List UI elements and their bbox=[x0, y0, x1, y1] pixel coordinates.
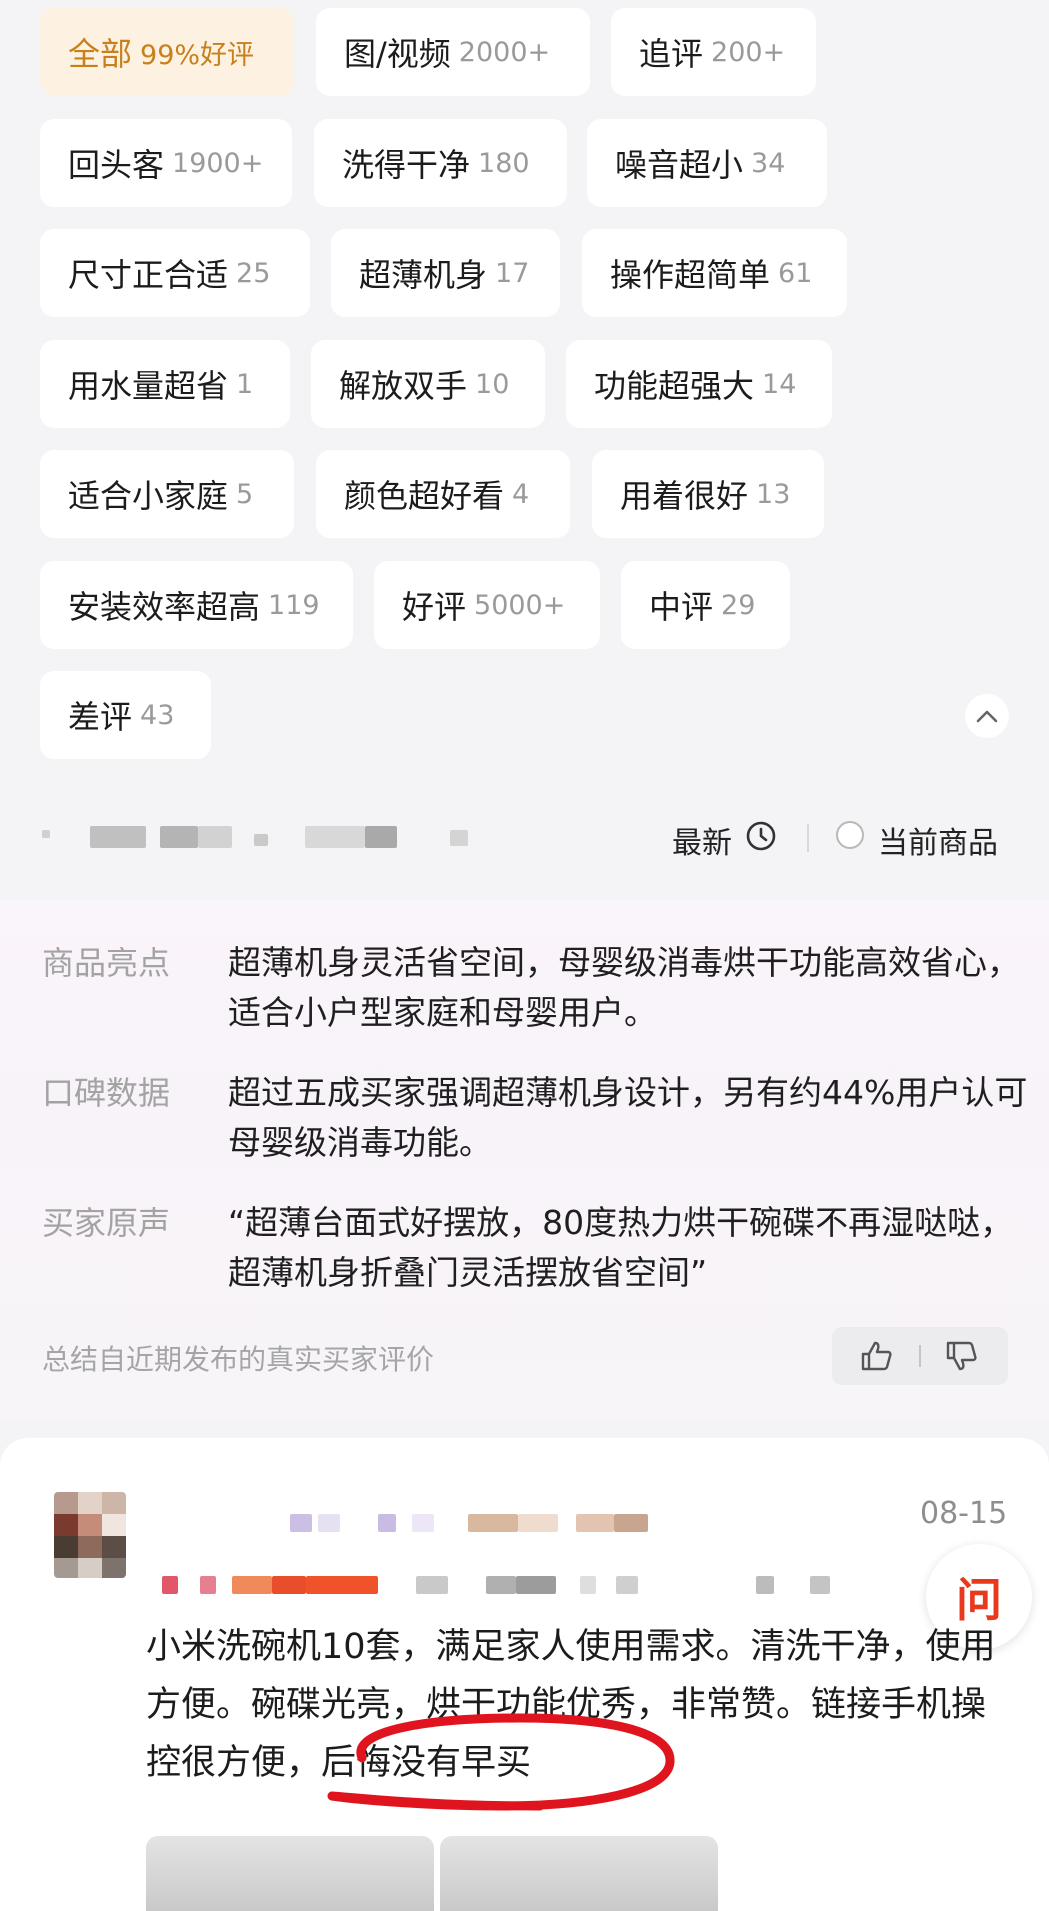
tag-count: 5000+ bbox=[474, 589, 566, 621]
filter-tag-all[interactable]: 全部 99%好评 bbox=[40, 8, 294, 96]
tag-count: 119 bbox=[268, 589, 320, 621]
tag-label: 适合小家庭 bbox=[68, 477, 229, 515]
thumbs-up-icon[interactable] bbox=[860, 1340, 894, 1372]
tag-label: 用水量超省 bbox=[68, 367, 229, 405]
filter-tag-repeat-buyer[interactable]: 回头客 1900+ bbox=[40, 119, 292, 207]
tag-count: 17 bbox=[495, 257, 530, 289]
tag-count: 10 bbox=[475, 368, 510, 400]
tag-count: 99%好评 bbox=[140, 39, 255, 71]
tag-label: 颜色超好看 bbox=[344, 477, 505, 515]
tag-label: 追评 bbox=[639, 35, 704, 73]
tag-label: 中评 bbox=[649, 588, 714, 626]
review-date: 08-15 bbox=[920, 1496, 1008, 1531]
filter-tag-handsfree[interactable]: 解放双手 10 bbox=[311, 340, 545, 428]
tag-count: 1900+ bbox=[172, 147, 264, 179]
review-image-thumbnail[interactable] bbox=[440, 1836, 718, 1911]
thumbs-down-icon[interactable] bbox=[945, 1340, 979, 1372]
collapse-tags-button[interactable] bbox=[965, 694, 1009, 738]
tag-count: 200+ bbox=[711, 36, 786, 68]
filter-tag-easy[interactable]: 操作超简单 61 bbox=[582, 229, 847, 317]
vote-divider bbox=[919, 1345, 921, 1367]
tag-label: 洗得干净 bbox=[342, 146, 471, 184]
tag-label: 超薄机身 bbox=[359, 256, 488, 294]
tag-count: 34 bbox=[751, 147, 786, 179]
filter-tag-quiet[interactable]: 噪音超小 34 bbox=[587, 119, 827, 207]
summary-value: 超过五成买家强调超薄机身设计，另有约44%用户认可母婴级消毒功能。 bbox=[228, 1073, 1028, 1162]
tag-count: 61 bbox=[778, 257, 813, 289]
current-product-label[interactable]: 当前商品 bbox=[878, 818, 998, 862]
tag-count: 43 bbox=[140, 699, 175, 731]
filter-tag-install[interactable]: 安装效率超高 119 bbox=[40, 561, 353, 649]
summary-value: “超薄台面式好摆放，80度热力烘干碗碟不再湿哒哒，超薄机身折叠门灵活摆放省空间” bbox=[228, 1203, 1014, 1292]
divider bbox=[807, 824, 809, 852]
filter-tag-media[interactable]: 图/视频 2000+ bbox=[316, 8, 590, 96]
tag-label: 回头客 bbox=[68, 146, 165, 184]
ai-summary-card: 商品亮点 超薄机身灵活省空间，母婴级消毒烘干功能高效省心，适合小户型家庭和母婴用… bbox=[0, 900, 1049, 1420]
feedback-buttons bbox=[832, 1327, 1008, 1385]
summary-key: 买家原声 bbox=[42, 1204, 171, 1242]
chevron-up-icon bbox=[976, 710, 998, 723]
annotation-circle bbox=[327, 1713, 675, 1811]
filter-tag-size[interactable]: 尺寸正合适 25 bbox=[40, 229, 310, 317]
current-product-radio[interactable] bbox=[836, 821, 864, 849]
tag-label: 差评 bbox=[68, 698, 133, 736]
filter-tag-positive[interactable]: 好评 5000+ bbox=[374, 561, 600, 649]
tag-label: 操作超简单 bbox=[610, 256, 771, 294]
sort-bar: 最新 当前商品 bbox=[0, 800, 1049, 874]
filter-tag-good-use[interactable]: 用着很好 13 bbox=[592, 450, 824, 538]
avatar[interactable] bbox=[54, 1492, 126, 1578]
summary-key: 口碑数据 bbox=[42, 1074, 171, 1112]
tag-count: 1 bbox=[236, 368, 254, 400]
summary-key: 商品亮点 bbox=[42, 944, 171, 982]
tag-count: 25 bbox=[236, 257, 271, 289]
summary-value: 超薄机身灵活省空间，母婴级消毒烘干功能高效省心，适合小户型家庭和母婴用户。 bbox=[228, 943, 1020, 1032]
tag-count: 13 bbox=[756, 478, 791, 510]
review-image-thumbnail[interactable] bbox=[146, 1836, 434, 1911]
tag-count: 5 bbox=[236, 478, 254, 510]
tag-count: 4 bbox=[512, 478, 530, 510]
tag-label: 用着很好 bbox=[620, 477, 749, 515]
tag-label: 图/视频 bbox=[344, 35, 451, 73]
tag-count: 180 bbox=[478, 147, 530, 179]
sort-latest-label[interactable]: 最新 bbox=[672, 818, 732, 862]
review-card: 08-15 问 小米洗碗机10套，满足家人使用需求。清洗干净，使用方便。碗碟光亮… bbox=[0, 1438, 1049, 1911]
filter-tag-followup[interactable]: 追评 200+ bbox=[611, 8, 816, 96]
filter-tag-powerful[interactable]: 功能超强大 14 bbox=[566, 340, 832, 428]
tag-label: 全部 bbox=[68, 35, 133, 73]
clock-icon[interactable] bbox=[745, 820, 777, 852]
tag-label: 功能超强大 bbox=[594, 367, 755, 405]
filter-tag-neutral[interactable]: 中评 29 bbox=[621, 561, 790, 649]
filter-tag-thin[interactable]: 超薄机身 17 bbox=[331, 229, 560, 317]
tag-label: 解放双手 bbox=[339, 367, 468, 405]
filter-tag-small-family[interactable]: 适合小家庭 5 bbox=[40, 450, 294, 538]
tag-label: 好评 bbox=[402, 588, 467, 626]
tag-label: 尺寸正合适 bbox=[68, 256, 229, 294]
filter-tag-clean[interactable]: 洗得干净 180 bbox=[314, 119, 567, 207]
tag-count: 2000+ bbox=[458, 36, 551, 68]
tag-count: 14 bbox=[762, 368, 797, 400]
tag-label: 安装效率超高 bbox=[68, 588, 261, 626]
filter-tag-color[interactable]: 颜色超好看 4 bbox=[316, 450, 570, 538]
filter-tag-negative[interactable]: 差评 43 bbox=[40, 671, 211, 759]
tag-count: 29 bbox=[721, 589, 756, 621]
tag-label: 噪音超小 bbox=[615, 146, 744, 184]
summary-footnote: 总结自近期发布的真实买家评价 bbox=[42, 1343, 435, 1376]
filter-tag-water[interactable]: 用水量超省 1 bbox=[40, 340, 290, 428]
